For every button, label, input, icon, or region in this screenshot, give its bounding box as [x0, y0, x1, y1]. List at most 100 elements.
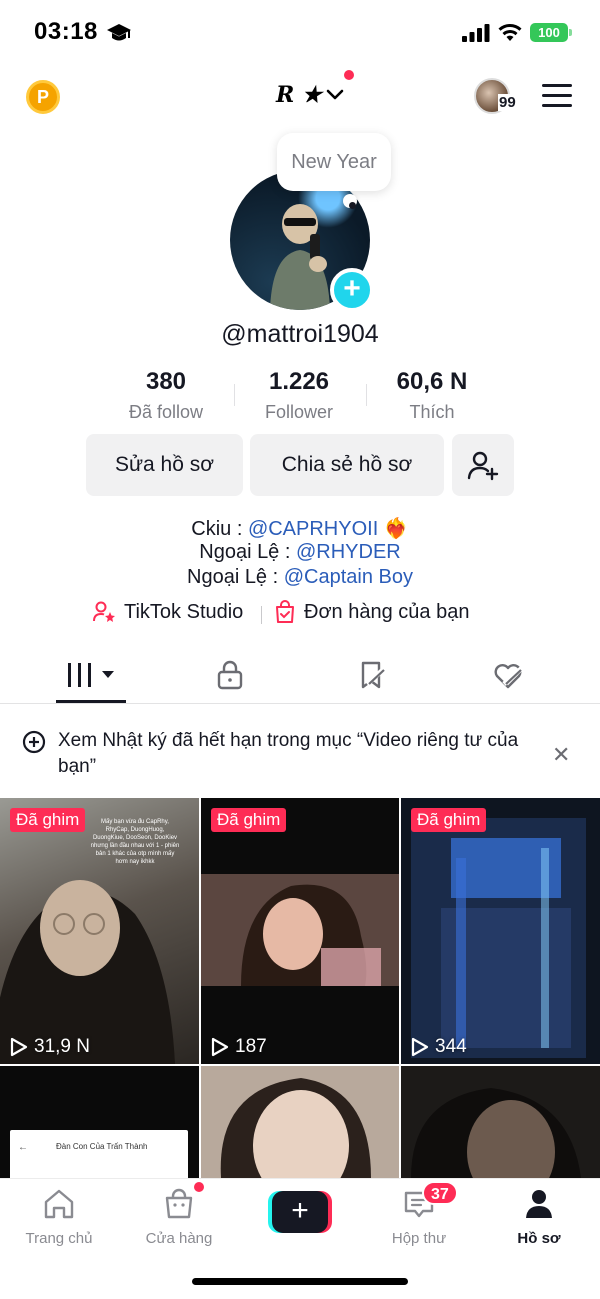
- bio-text: Ckiu :: [191, 518, 248, 540]
- view-count: 344: [411, 1036, 467, 1058]
- stat-value: 60,6 N: [396, 368, 468, 395]
- shop-notification-dot: [194, 1182, 204, 1192]
- heart-hidden-icon: [494, 664, 524, 689]
- nav-home[interactable]: Trang chủ: [4, 1187, 114, 1247]
- home-icon: [44, 1189, 74, 1219]
- video-caption-overlay: Mấy bạn vừa đu CapRhy, RhyCap, DuongHuog…: [90, 819, 180, 865]
- bio-emoji: ❤️‍🔥: [378, 518, 409, 540]
- create-button[interactable]: +: [268, 1191, 332, 1233]
- inbox-badge: 37: [422, 1181, 458, 1205]
- add-friend-button[interactable]: [452, 434, 514, 496]
- nav-label: Hồ sơ: [517, 1230, 561, 1247]
- menu-icon[interactable]: [542, 84, 572, 108]
- profile-username: @mattroi1904: [221, 320, 379, 348]
- thumbnail-image: [411, 1088, 581, 1178]
- status-time: 03:18: [34, 18, 98, 45]
- add-friend-icon: [467, 451, 499, 481]
- thumbnail-document: ← Đàn Con Của Trấn Thành: [10, 1130, 188, 1178]
- nav-label: Trang chủ: [25, 1230, 93, 1247]
- view-count: 187: [211, 1036, 267, 1058]
- video-thumbnail[interactable]: ← Đàn Con Của Trấn Thành: [0, 1066, 199, 1178]
- play-icon: [211, 1037, 229, 1057]
- thumbnail-image: [411, 818, 586, 1058]
- shop-bag-icon: [165, 1188, 193, 1219]
- video-thumbnail[interactable]: [201, 1066, 399, 1178]
- stat-likes[interactable]: 60,6 N Thích: [362, 368, 502, 423]
- tab-videos[interactable]: [62, 658, 122, 692]
- graduation-cap-icon: [107, 24, 131, 41]
- stat-value: 380: [145, 368, 187, 395]
- notification-dot: [343, 70, 354, 80]
- videos-grid-icon: [68, 663, 114, 687]
- coin-icon[interactable]: P: [26, 80, 60, 114]
- share-profile-button[interactable]: Chia sẻ hồ sơ: [250, 434, 444, 496]
- orders-link[interactable]: Đơn hàng của bạn: [274, 600, 469, 624]
- bio-mention[interactable]: @CAPRHYOII: [248, 518, 378, 540]
- active-tab-indicator: [56, 700, 126, 703]
- nav-label: Cửa hàng: [145, 1230, 213, 1247]
- status-bar: 03:18 100: [0, 0, 600, 64]
- link-label: TikTok Studio: [124, 600, 244, 623]
- video-thumbnail[interactable]: [401, 1066, 600, 1178]
- add-story-button[interactable]: +: [330, 268, 374, 312]
- add-circle-icon: [22, 730, 46, 754]
- view-count-text: 31,9 N: [34, 1036, 90, 1057]
- play-icon: [10, 1037, 28, 1057]
- note-bubble-dot: [349, 202, 356, 209]
- back-arrow-icon: ←: [18, 1142, 28, 1153]
- tab-liked[interactable]: [478, 658, 538, 692]
- pinned-badge: Đã ghim: [211, 808, 287, 832]
- tab-reposts[interactable]: [342, 658, 402, 692]
- stat-label: Thích: [409, 402, 455, 422]
- chevron-down-icon: [326, 89, 343, 100]
- expired-diary-banner[interactable]: Xem Nhật ký đã hết hạn trong mục “Video …: [0, 714, 600, 794]
- nav-shop[interactable]: Cửa hàng: [124, 1187, 234, 1247]
- home-indicator[interactable]: [192, 1278, 408, 1285]
- bio-line: Ngoại Lệ : @RHYDER: [0, 541, 600, 564]
- view-count-text: 187: [235, 1036, 267, 1057]
- profile-links: TikTok Studio Đơn hàng của bạn: [0, 600, 600, 630]
- play-icon: [411, 1037, 429, 1057]
- video-thumbnail[interactable]: Mấy bạn vừa đu CapRhy, RhyCap, DuongHuog…: [0, 798, 199, 1064]
- account-switcher[interactable]: R ★: [276, 70, 354, 110]
- stat-value: 1.226: [268, 368, 330, 395]
- profile-stats: 380 Đã follow 1.226 Follower 60,6 N Thíc…: [0, 368, 600, 428]
- pinned-badge: Đã ghim: [411, 808, 487, 832]
- video-thumbnail[interactable]: Đã ghim 344: [401, 798, 600, 1064]
- pinned-badge: Đã ghim: [10, 808, 86, 832]
- profile-tabs: [0, 650, 600, 704]
- stat-following[interactable]: 380 Đã follow: [96, 368, 236, 423]
- shopping-bag-icon: [276, 600, 294, 623]
- video-thumbnail[interactable]: Đã ghim 187: [201, 798, 399, 1064]
- bio-mention[interactable]: @RHYDER: [296, 541, 401, 563]
- banner-text: Xem Nhật ký đã hết hạn trong mục “Video …: [58, 730, 519, 777]
- document-title: Đàn Con Của Trấn Thành: [56, 1142, 148, 1151]
- friends-count: 99: [498, 94, 517, 111]
- nav-profile[interactable]: Hồ sơ: [484, 1187, 594, 1247]
- avatar-photo: [270, 204, 330, 310]
- bio-mention[interactable]: @Captain Boy: [284, 566, 413, 588]
- lock-icon: [217, 660, 243, 690]
- wifi-icon: [498, 24, 522, 41]
- bio-line: Ngoại Lệ : @Captain Boy: [0, 566, 600, 589]
- stat-followers[interactable]: 1.226 Follower: [229, 368, 369, 423]
- creator-star-icon: [93, 601, 115, 622]
- link-label: Đơn hàng của bạn: [304, 600, 470, 623]
- bookmark-hidden-icon: [361, 661, 387, 689]
- note-bubble[interactable]: New Year: [277, 133, 391, 191]
- nav-label: Hộp thư: [391, 1230, 447, 1247]
- thumbnail-image: [220, 1078, 371, 1178]
- battery-indicator: 100: [530, 23, 572, 42]
- tab-private[interactable]: [200, 658, 260, 692]
- video-grid: Mấy bạn vừa đu CapRhy, RhyCap, DuongHuog…: [0, 798, 600, 1178]
- cellular-signal-icon: [462, 24, 490, 42]
- stat-label: Đã follow: [128, 402, 204, 422]
- create-plus-icon: +: [272, 1191, 328, 1233]
- tiktok-studio-link[interactable]: TikTok Studio: [92, 600, 243, 624]
- bio-text: Ngoại Lệ :: [199, 541, 296, 563]
- edit-profile-button[interactable]: Sửa hồ sơ: [86, 434, 243, 496]
- stat-label: Follower: [264, 402, 334, 422]
- view-count-text: 344: [435, 1036, 467, 1057]
- close-icon[interactable]: ✕: [552, 742, 570, 768]
- account-name: R ★: [276, 82, 322, 108]
